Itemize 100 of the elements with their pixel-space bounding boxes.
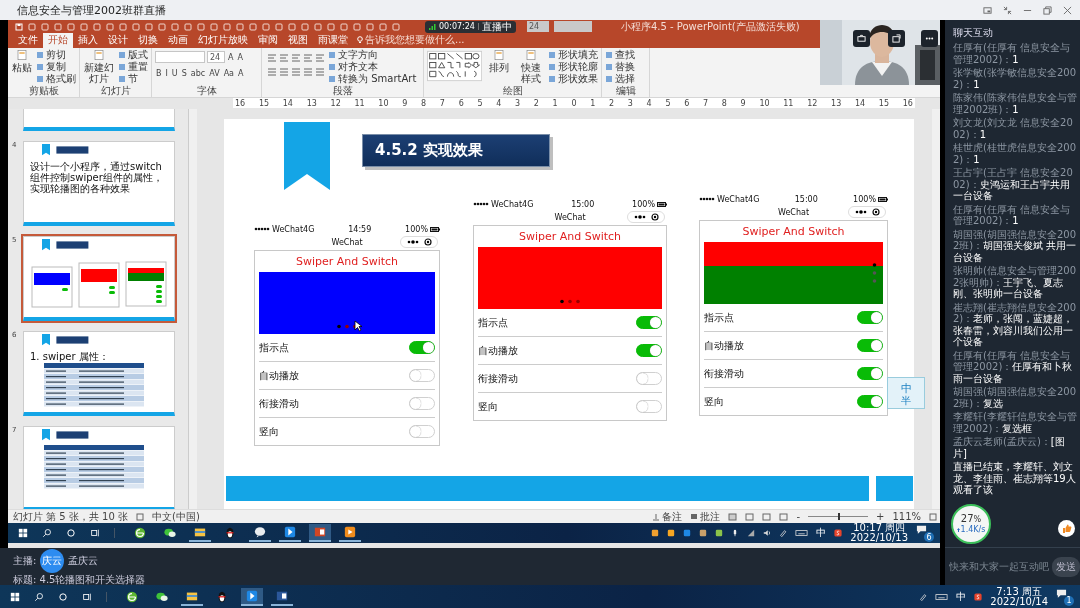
shape-gallery-drawing[interactable] <box>427 49 483 83</box>
pen-icon[interactable] <box>779 529 788 537</box>
grow-font-button[interactable]: A <box>227 52 235 62</box>
format-button[interactable]: I <box>164 68 169 78</box>
ribbon-tab[interactable]: 动画 <box>163 33 193 48</box>
input-method-icon[interactable] <box>834 529 843 537</box>
more-button[interactable] <box>921 30 938 47</box>
pop-out-button[interactable] <box>888 30 905 47</box>
ribbon-tab[interactable]: 切换 <box>133 33 163 48</box>
keyboard-icon[interactable] <box>795 529 809 537</box>
shrink-icon[interactable] <box>1003 5 1012 15</box>
chat-bubbles-icon[interactable] <box>164 527 176 539</box>
arrow-app-icon[interactable] <box>246 589 258 602</box>
ribbon-button[interactable]: 格式刷 <box>36 73 76 85</box>
toggle-switch[interactable] <box>636 344 662 357</box>
penguin-icon[interactable] <box>224 527 236 539</box>
format-button[interactable]: Aa <box>222 68 235 78</box>
ribbon-button[interactable]: 剪切 <box>36 49 76 61</box>
toggle-switch[interactable] <box>409 397 435 410</box>
taskbar-app[interactable] <box>339 524 361 542</box>
font-size-field[interactable]: 24 <box>526 21 549 32</box>
slide-thumbnail[interactable]: 设计一个小程序，通过switch组件控制swiper组件的属性，实现轮播图的各种效果 <box>23 141 175 226</box>
ribbon-tab[interactable]: 审阅 <box>253 33 283 48</box>
capsule-menu-icon[interactable] <box>400 236 438 248</box>
ribbon-button[interactable]: 版式 <box>118 49 148 61</box>
ribbon-button[interactable]: 形状轮廓 <box>548 61 598 73</box>
font-size-field[interactable]: 24 <box>207 51 225 63</box>
ribbon-button[interactable]: 文字方向 <box>328 49 417 61</box>
comments-button[interactable]: 批注 <box>690 509 721 524</box>
input-method-indicator[interactable]: 中 <box>956 589 967 604</box>
task-view-icon[interactable] <box>82 591 92 602</box>
slide-thumbnail[interactable] <box>23 426 175 509</box>
browser-icon[interactable] <box>126 590 138 603</box>
format-button[interactable]: B <box>155 68 163 78</box>
ribbon-tab[interactable]: 文件 <box>13 33 43 48</box>
ribbon-button[interactable]: 新建幻灯片 <box>83 49 115 84</box>
slides-app-icon[interactable] <box>314 526 326 538</box>
thumbs-up-icon[interactable] <box>1058 520 1075 537</box>
slide-thumbnail[interactable] <box>23 236 175 321</box>
ribbon-button[interactable]: 排列 <box>485 49 514 73</box>
ribbon-tab[interactable]: 视图 <box>283 33 313 48</box>
speech-bubble-icon[interactable] <box>254 526 266 538</box>
format-button[interactable]: S <box>180 68 188 78</box>
close-icon[interactable] <box>1063 5 1072 15</box>
language-label[interactable]: 中文(中国) <box>152 509 200 524</box>
zoom-in-button[interactable]: + <box>876 511 885 522</box>
ribbon-button[interactable]: 选择 <box>605 73 635 85</box>
ribbon-button[interactable]: 对齐文本 <box>328 61 417 73</box>
ribbon-button[interactable]: 快速样式 <box>516 49 545 84</box>
browser-icon[interactable] <box>134 527 146 539</box>
ribbon-tab[interactable]: 幻灯片放映 <box>193 33 253 48</box>
toggle-switch[interactable] <box>409 369 435 382</box>
clock[interactable]: 7:13 周五 2022/10/14 <box>990 586 1048 607</box>
toggle-switch[interactable] <box>857 311 883 324</box>
input-method-indicator[interactable]: 中 <box>816 526 827 540</box>
ribbon-button[interactable]: 替换 <box>605 61 635 73</box>
penguin-icon[interactable] <box>216 590 228 603</box>
font-field[interactable] <box>155 51 205 63</box>
search-icon[interactable] <box>34 591 44 602</box>
switch-camera-button[interactable] <box>853 30 870 47</box>
ribbon-button[interactable]: 形状填充 <box>548 49 598 61</box>
taskbar-app[interactable] <box>309 524 331 542</box>
ribbon-button[interactable]: 节 <box>118 73 148 85</box>
shrink-font-button[interactable]: A <box>236 52 244 62</box>
video-app-icon[interactable] <box>344 526 356 538</box>
zoom-level[interactable]: 111% <box>892 511 921 522</box>
toggle-switch[interactable] <box>636 316 662 329</box>
clock[interactable]: 10:17 周四 2022/10/13 <box>850 523 908 543</box>
pen-icon[interactable] <box>919 592 928 601</box>
spellcheck-icon[interactable] <box>136 512 144 521</box>
arrow-app-icon[interactable] <box>284 526 296 538</box>
zoom-out-button[interactable]: - <box>796 511 800 522</box>
ribbon-button[interactable]: 形状效果 <box>548 73 598 85</box>
notes-button[interactable]: 备注 <box>652 509 683 524</box>
fit-icon[interactable] <box>929 512 937 521</box>
document-app-icon[interactable] <box>276 589 288 602</box>
save-icon[interactable] <box>15 22 23 31</box>
toggle-switch[interactable] <box>636 372 662 385</box>
ribbon-button[interactable]: 重置 <box>118 61 148 73</box>
format-button[interactable]: AV <box>208 68 221 78</box>
capsule-menu-icon[interactable] <box>627 211 665 223</box>
toggle-switch[interactable] <box>636 400 662 413</box>
ribbon-tab[interactable]: 插入 <box>73 33 103 48</box>
volume-icon[interactable] <box>763 529 772 537</box>
format-button[interactable]: abc <box>189 68 207 78</box>
toggle-switch[interactable] <box>857 367 883 380</box>
tell-me-search[interactable]: 告诉我您想要做什么... <box>353 33 469 48</box>
format-button[interactable]: U <box>170 68 179 78</box>
circle-icon[interactable] <box>66 528 76 538</box>
format-button[interactable]: A <box>237 68 245 78</box>
ribbon-button[interactable]: 查找 <box>605 49 635 61</box>
ribbon-tab[interactable]: 设计 <box>103 33 133 48</box>
network-icon[interactable] <box>747 529 756 537</box>
ribbon-button[interactable]: 转换为 SmartArt <box>328 73 417 85</box>
scrollbar[interactable] <box>932 109 940 509</box>
circle-icon[interactable] <box>58 591 68 602</box>
input-method-widget[interactable]: 中 半 <box>887 377 925 409</box>
notification-button[interactable]: 6 <box>916 524 934 542</box>
windows-icon[interactable] <box>18 528 28 538</box>
chat-bubbles-icon[interactable] <box>156 590 168 603</box>
